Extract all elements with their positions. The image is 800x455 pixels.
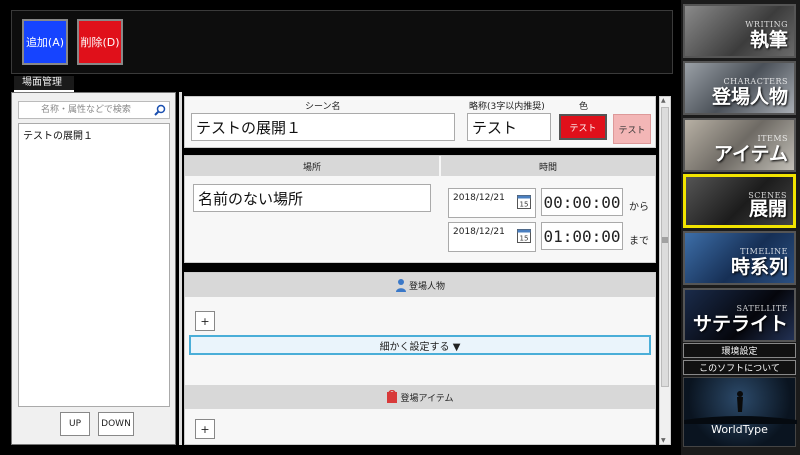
nav-writing[interactable]: WRITING 執筆 — [683, 4, 796, 58]
short-name-input[interactable]: テスト — [467, 113, 551, 141]
scroll-up-icon[interactable]: ▲ — [661, 97, 666, 104]
right-sidebar: WRITING 執筆 CHARACTERS 登場人物 ITEMS アイテム SC… — [681, 0, 800, 455]
down-button[interactable]: DOWN — [98, 412, 134, 436]
items-header-label: 登場アイテム — [400, 393, 454, 404]
svg-text:15: 15 — [520, 201, 529, 209]
calendar-icon[interactable]: 15 — [517, 227, 531, 243]
nav-scenes[interactable]: SCENES 展開 — [683, 174, 796, 228]
toolbar: 追加(A) 削除(D) — [11, 10, 673, 74]
calendar-icon[interactable]: 15 — [517, 193, 531, 209]
detail-settings-button[interactable]: 細かく設定する ▼ — [189, 335, 651, 355]
end-date-picker[interactable]: 2018/12/21 15 — [448, 222, 536, 252]
scroll-thumb[interactable] — [661, 107, 669, 387]
scene-name-label: シーン名 — [305, 102, 341, 112]
add-button[interactable]: 追加(A) — [22, 19, 68, 65]
appearances-card: 登場人物 + 細かく設定する ▼ 登場アイテム + — [184, 272, 656, 445]
color-picker-button[interactable]: テスト — [559, 114, 607, 140]
place-input[interactable]: 名前のない場所 — [193, 184, 431, 212]
svg-text:15: 15 — [520, 235, 529, 243]
nav-satellite-label: サテライト — [692, 313, 788, 335]
color-preview-button[interactable]: テスト — [613, 114, 651, 144]
search-placeholder: 名称・属性などで検索 — [41, 105, 131, 115]
settings-button[interactable]: 環境設定 — [683, 343, 796, 358]
add-character-button[interactable]: + — [195, 311, 215, 331]
delete-button[interactable]: 削除(D) — [77, 19, 123, 65]
nav-items[interactable]: ITEMS アイテム — [683, 118, 796, 172]
start-suffix: から — [629, 202, 649, 213]
list-item[interactable]: テストの展開１ — [19, 124, 169, 145]
short-name-label: 略称(3字以内推奨) — [469, 102, 545, 112]
silhouette-icon — [684, 391, 797, 424]
scroll-down-icon[interactable]: ▼ — [661, 437, 666, 444]
time-header: 時間 — [441, 156, 655, 176]
nav-satellite[interactable]: SATELLITE サテライト — [683, 288, 796, 342]
vertical-scrollbar[interactable]: ▲ ▼ — [659, 96, 671, 445]
end-suffix: まで — [629, 236, 649, 247]
color-label: 色 — [579, 102, 589, 112]
characters-section-header: 登場人物 — [185, 273, 655, 297]
nav-timeline[interactable]: TIMELINE 時系列 — [683, 231, 796, 285]
nav-timeline-label: 時系列 — [730, 256, 788, 278]
search-icon[interactable] — [154, 104, 166, 116]
panel-splitter[interactable] — [179, 92, 182, 445]
characters-header-label: 登場人物 — [408, 281, 445, 292]
scene-list: テストの展開１ — [18, 123, 170, 407]
nav-writing-label: 執筆 — [749, 29, 788, 51]
start-date-picker[interactable]: 2018/12/21 15 — [448, 188, 536, 218]
scene-list-panel: 名称・属性などで検索 テストの展開１ UP DOWN — [11, 92, 176, 445]
up-button[interactable]: UP — [60, 412, 90, 436]
nav-characters-label: 登場人物 — [711, 86, 788, 108]
tab-scene-management[interactable]: 場面管理 — [14, 76, 74, 92]
start-date-value: 2018/12/21 — [453, 193, 505, 203]
scene-info-card: シーン名 テストの展開１ 略称(3字以内推奨) テスト 色 テスト テスト — [184, 96, 656, 148]
scene-name-input[interactable]: テストの展開１ — [191, 113, 455, 141]
nav-characters[interactable]: CHARACTERS 登場人物 — [683, 61, 796, 115]
start-time-input[interactable]: 00:00:00 — [541, 188, 623, 216]
place-time-card: 場所 時間 名前のない場所 2018/12/21 15 00:00:00 から … — [184, 155, 656, 263]
end-time-input[interactable]: 01:00:00 — [541, 222, 623, 250]
worldtype-label: WorldType — [711, 423, 768, 436]
end-date-value: 2018/12/21 — [453, 227, 505, 237]
about-button[interactable]: このソフトについて — [683, 360, 796, 375]
place-header: 場所 — [185, 156, 439, 176]
nav-scenes-label: 展開 — [748, 198, 787, 220]
items-section-header: 登場アイテム — [185, 385, 655, 409]
add-item-button[interactable]: + — [195, 419, 215, 439]
person-icon — [395, 279, 406, 292]
search-input[interactable]: 名称・属性などで検索 — [18, 101, 170, 119]
item-icon — [387, 390, 398, 403]
grip-icon — [662, 237, 668, 243]
worldtype-banner[interactable]: WorldType — [683, 377, 797, 447]
nav-items-label: アイテム — [713, 143, 788, 165]
